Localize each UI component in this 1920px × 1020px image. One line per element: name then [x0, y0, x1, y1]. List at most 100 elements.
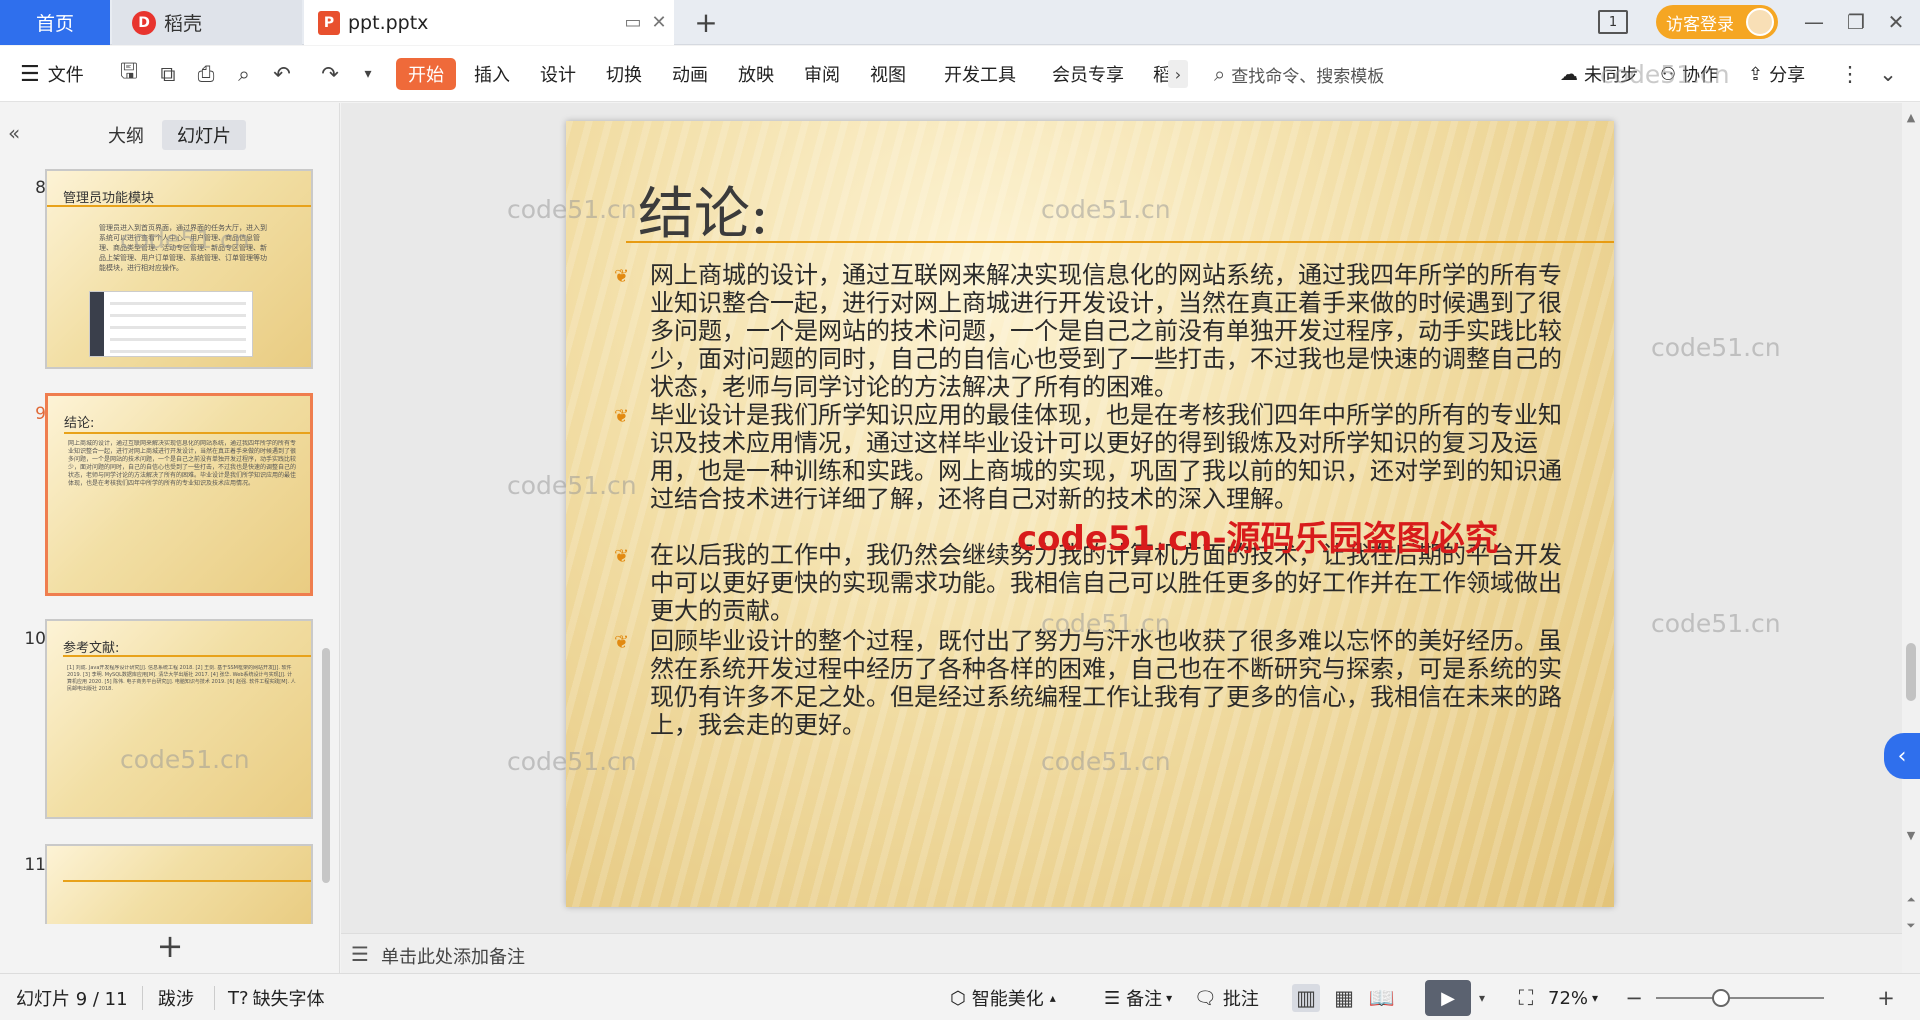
print-icon[interactable]: ⎙: [192, 60, 220, 88]
title-tab-bar: 首页 D 稻壳 P ppt.pptx ▭ ✕ + 1 访客登录 — ❐ ✕: [0, 0, 1920, 45]
menu-view[interactable]: 视图: [870, 58, 906, 90]
current-slide[interactable]: 结论: ❦ 网上商城的设计，通过互联网来解决实现信息化的网站系统，通过我四年所学…: [566, 121, 1614, 907]
menu-member[interactable]: 会员专享: [1052, 58, 1124, 90]
new-tab-button[interactable]: +: [690, 6, 722, 39]
menu-insert[interactable]: 插入: [474, 58, 510, 90]
slide-sorter-icon[interactable]: ▦: [1330, 984, 1358, 1012]
window-layout-icon[interactable]: 1: [1598, 10, 1628, 34]
vertical-scrollbar[interactable]: ▲ ▼ ⏶ ⏷: [1902, 103, 1920, 973]
close-window-icon[interactable]: ✕: [1880, 8, 1912, 36]
visitor-login-button[interactable]: 访客登录: [1656, 5, 1778, 39]
slide-thumbnail-11[interactable]: [45, 844, 313, 924]
menu-design[interactable]: 设计: [540, 58, 576, 90]
slide-thumbnail-10[interactable]: 参考文献: [1] 刘成. Java开发程序设计研究[J]. 信息系统工程 20…: [45, 619, 313, 819]
next-slide-icon[interactable]: ⏷: [1904, 919, 1918, 933]
more-options-icon[interactable]: ⋮: [1836, 60, 1864, 88]
bullet-text: 回顾毕业设计的整个过程，既付出了努力与汗水也收获了很多难以忘怀的美好经历。虽然在…: [650, 627, 1562, 739]
zoom-out-icon[interactable]: −: [1620, 984, 1648, 1012]
tab-document[interactable]: P ppt.pptx ▭ ✕: [304, 0, 674, 45]
slide-thumbnail-8[interactable]: 管理员功能模块 管理员进入到首页界面，通过界面的任务大厅，进入到系统可以进行查看…: [45, 169, 313, 369]
expand-side-panel-icon[interactable]: ‹: [1884, 733, 1920, 779]
close-tab-icon[interactable]: ✕: [648, 11, 670, 33]
menu-start[interactable]: 开始: [396, 58, 456, 90]
missing-font-button[interactable]: T? 缺失字体: [228, 986, 325, 1011]
tab-document-label: ppt.pptx: [348, 11, 429, 34]
thumb-rule: [64, 432, 310, 434]
collaborate-button[interactable]: ⚇ 协作: [1660, 58, 1718, 90]
menu-slideshow[interactable]: 放映: [738, 58, 774, 90]
comment-icon: 🗨: [1194, 987, 1217, 1009]
tab-slides[interactable]: 幻灯片: [162, 120, 246, 150]
smart-beautify-button[interactable]: ⬡ 智能美化 ▴: [950, 986, 1056, 1011]
theme-name[interactable]: 跋涉: [158, 986, 194, 1010]
chevron-down-icon: ▾: [1592, 991, 1599, 1005]
slide-thumbnail-9[interactable]: 结论: 网上商城的设计，通过互联网来解决实现信息化的网站系统，通过我四年所学的所…: [45, 393, 313, 596]
fit-to-window-icon[interactable]: ⛶: [1512, 984, 1540, 1012]
collapse-panel-icon[interactable]: «: [8, 121, 32, 145]
ribbon-more-icon[interactable]: ›: [1168, 60, 1188, 88]
divider: [214, 986, 215, 1010]
comments-button[interactable]: 🗨 批注: [1194, 986, 1259, 1011]
thumbnail-scrollbar[interactable]: [322, 648, 330, 883]
bullet-paragraph-4[interactable]: ❦ 回顾毕业设计的整个过程，既付出了努力与汗水也收获了很多难以忘怀的美好经历。虽…: [614, 627, 1570, 739]
tab-home[interactable]: 首页: [0, 0, 110, 45]
notes-toggle-button[interactable]: ☰ 备注 ▾: [1104, 986, 1173, 1011]
normal-view-icon[interactable]: ▥: [1292, 984, 1320, 1012]
monitor-icon[interactable]: ▭: [622, 11, 644, 33]
menu-review[interactable]: 审阅: [804, 58, 840, 90]
tab-daoke[interactable]: D 稻壳: [112, 0, 302, 45]
bullet-icon: ❦: [614, 406, 630, 427]
notes-icon: ☰: [351, 942, 369, 966]
chevron-down-icon: ▾: [1166, 991, 1173, 1005]
undo-icon[interactable]: ↶: [268, 60, 296, 88]
redo-icon[interactable]: ↷: [316, 60, 344, 88]
tab-outline[interactable]: 大纲: [100, 120, 152, 150]
bullet-paragraph-2[interactable]: ❦ 毕业设计是我们所学知识应用的最佳体现，也是在考核我们四年中所学的所有的专业知…: [614, 401, 1570, 513]
bullet-paragraph-1[interactable]: ❦ 网上商城的设计，通过互联网来解决实现信息化的网站系统，通过我四年所学的所有专…: [614, 261, 1570, 401]
collaborate-icon: ⚇: [1660, 63, 1677, 85]
zoom-level[interactable]: 72% ▾: [1548, 986, 1598, 1010]
reading-view-icon[interactable]: 📖: [1368, 984, 1396, 1012]
slide-number: 9: [35, 404, 46, 424]
scroll-down-icon[interactable]: ▼: [1904, 829, 1918, 843]
menu-animation[interactable]: 动画: [672, 58, 708, 90]
window-layout-badge: 1: [1608, 14, 1618, 30]
command-search[interactable]: ⌕ 查找命令、搜索模板: [1214, 60, 1384, 88]
export-icon[interactable]: ⧉: [154, 60, 182, 88]
scroll-up-icon[interactable]: ▲: [1904, 111, 1918, 125]
previous-slide-icon[interactable]: ⏶: [1904, 893, 1918, 907]
scrollbar-thumb[interactable]: [1906, 643, 1916, 701]
zoom-slider-handle[interactable]: [1712, 989, 1730, 1007]
file-menu-button[interactable]: ☰ 文件: [20, 58, 84, 90]
play-options-dropdown-icon[interactable]: ▾: [1474, 984, 1490, 1012]
notes-toggle-label: 备注: [1126, 989, 1163, 1010]
play-slideshow-button[interactable]: ▶: [1425, 980, 1471, 1016]
slide-thumbnail-panel: « 大纲 幻灯片 8 管理员功能模块 管理员进入到首页界面，通过界面的任务大厅，…: [0, 103, 340, 973]
notes-placeholder[interactable]: 单击此处添加备注: [381, 943, 525, 969]
notes-bar[interactable]: ☰ 单击此处添加备注: [341, 933, 1902, 973]
title-divider: [626, 241, 1614, 243]
font-warning-icon: T?: [228, 987, 249, 1009]
avatar: [1746, 8, 1774, 36]
zoom-in-icon[interactable]: +: [1872, 984, 1900, 1012]
share-button[interactable]: ⇪ 分享: [1748, 58, 1805, 90]
slide-title[interactable]: 结论:: [638, 169, 769, 250]
quick-access-dropdown-icon[interactable]: ▾: [354, 60, 382, 88]
menu-transition[interactable]: 切换: [606, 58, 642, 90]
thumb-body-text: 管理员进入到首页界面，通过界面的任务大厅，进入到系统可以进行查看个人中心、用户管…: [99, 224, 267, 272]
search-input[interactable]: 查找命令、搜索模板: [1231, 62, 1384, 87]
collapse-ribbon-icon[interactable]: ⌄: [1874, 60, 1902, 88]
print-preview-icon[interactable]: ⌕: [230, 60, 258, 88]
save-icon[interactable]: 🖫: [115, 59, 143, 88]
restore-icon[interactable]: ❐: [1840, 8, 1872, 36]
add-slide-button[interactable]: +: [155, 927, 185, 965]
minimize-icon[interactable]: —: [1798, 8, 1830, 36]
slide-number: 8: [35, 178, 46, 198]
divider: [142, 986, 143, 1010]
cloud-icon: ☁: [1560, 63, 1578, 85]
bullet-paragraph-3[interactable]: ❦ 在以后我的工作中，我仍然会继续努力我的计算机方面的技术，让我在后期的平台开发…: [614, 541, 1570, 625]
sync-status-button[interactable]: ☁ 未同步: [1560, 58, 1638, 90]
zoom-slider[interactable]: [1656, 997, 1824, 999]
thumb-body-text: [1] 刘成. Java开发程序设计研究[J]. 信息系统工程 2018. [2…: [67, 665, 296, 692]
menu-developer[interactable]: 开发工具: [944, 58, 1016, 90]
